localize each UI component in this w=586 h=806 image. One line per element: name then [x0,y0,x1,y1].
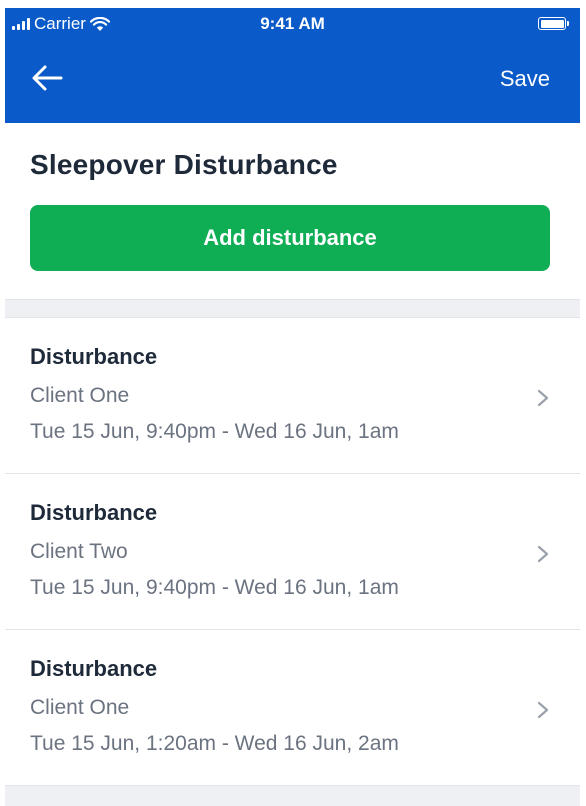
page-title: Sleepover Disturbance [30,149,338,180]
list-item[interactable]: Disturbance Client One Tue 15 Jun, 1:20a… [5,630,580,786]
disturbance-list: Disturbance Client One Tue 15 Jun, 9:40p… [5,317,580,786]
app-screen: Carrier 9:41 AM Save Sleepover Disturban… [5,8,580,806]
list-item[interactable]: Disturbance Client Two Tue 15 Jun, 9:40p… [5,474,580,630]
item-title: Disturbance [30,500,158,525]
item-time-range: Tue 15 Jun, 9:40pm - Wed 16 Jun, 1am [30,420,399,443]
navigation-bar: Save [5,38,580,123]
add-disturbance-button[interactable]: Add disturbance [30,205,550,271]
item-time-range: Tue 15 Jun, 9:40pm - Wed 16 Jun, 1am [30,576,399,599]
chevron-right-icon [537,545,549,563]
chevron-right-icon [537,389,549,407]
save-button[interactable]: Save [500,66,550,92]
list-item[interactable]: Disturbance Client One Tue 15 Jun, 9:40p… [5,318,580,474]
item-client: Client One [30,384,130,407]
status-time: 9:41 AM [260,14,325,33]
arrow-left-icon [32,65,63,91]
battery-icon [538,17,569,30]
item-title: Disturbance [30,344,158,369]
header-card: Sleepover Disturbance Add disturbance [5,123,580,300]
status-bar: Carrier 9:41 AM [5,8,580,38]
item-client: Client One [30,696,130,719]
chevron-right-icon [537,701,549,719]
back-button[interactable] [27,58,67,98]
item-time-range: Tue 15 Jun, 1:20am - Wed 16 Jun, 2am [30,732,399,755]
item-client: Client Two [30,540,128,563]
item-title: Disturbance [30,656,158,681]
